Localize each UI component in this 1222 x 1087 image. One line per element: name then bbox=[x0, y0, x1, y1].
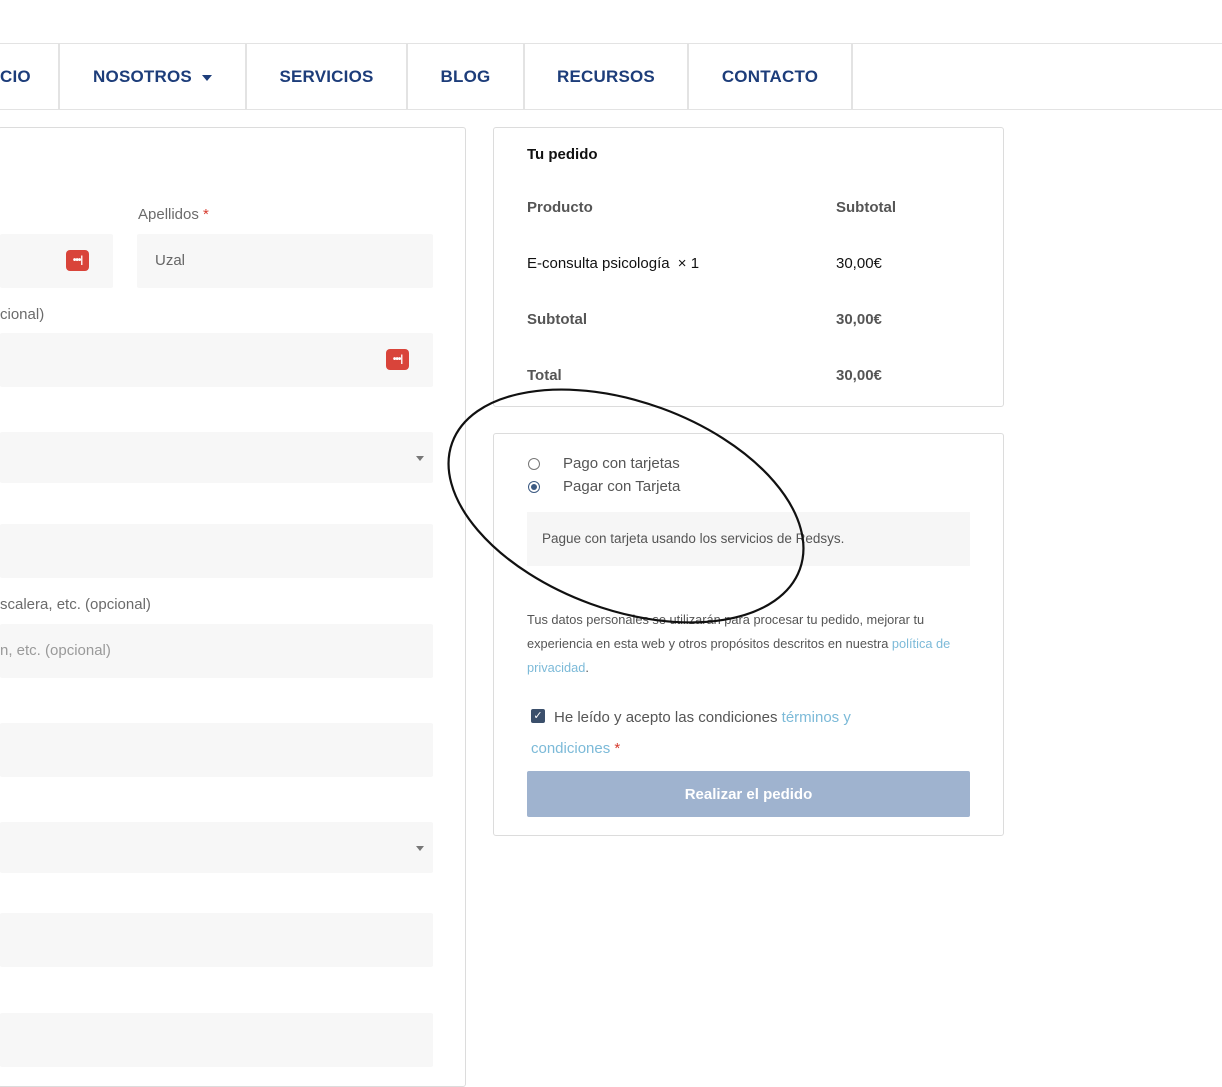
nav-item-label: SERVICIOS bbox=[279, 66, 374, 86]
product-name: E-consulta psicología bbox=[527, 255, 670, 272]
nav-item-recursos[interactable]: RECURSOS bbox=[525, 44, 689, 109]
product-price: 30,00€ bbox=[836, 255, 882, 272]
address2-label: scalera, etc. (opcional) bbox=[0, 596, 151, 613]
order-title: Tu pedido bbox=[527, 146, 598, 163]
country-select[interactable] bbox=[0, 432, 433, 483]
nav-item-blog[interactable]: BLOG bbox=[408, 44, 525, 109]
terms-label: He leído y acepto las condiciones términ… bbox=[531, 702, 931, 764]
total-label: Total bbox=[527, 367, 562, 384]
required-mark: * bbox=[614, 740, 621, 757]
nav-item-label: CIO bbox=[0, 66, 31, 86]
product-column-header: Producto bbox=[527, 199, 593, 216]
apellidos-label: Apellidos * bbox=[138, 206, 209, 223]
company-label: cional) bbox=[0, 306, 45, 323]
nav-bottom-divider bbox=[0, 109, 1222, 110]
nav-item-label: CONTACTO bbox=[721, 66, 819, 86]
chevron-down-icon bbox=[416, 846, 424, 851]
address1-input[interactable] bbox=[0, 524, 433, 578]
email-input[interactable] bbox=[0, 1013, 433, 1067]
order-item-row: E-consulta psicología × 1 bbox=[527, 255, 699, 272]
payment-description-box: Pague con tarjeta usando los servicios d… bbox=[527, 512, 970, 566]
address2-placeholder: n, etc. (opcional) bbox=[0, 642, 111, 659]
payment-option-2-label[interactable]: Pagar con Tarjeta bbox=[563, 478, 680, 495]
password-manager-icon[interactable]: •••| bbox=[386, 349, 409, 370]
product-quantity: × 1 bbox=[677, 255, 700, 272]
apellidos-label-text: Apellidos bbox=[138, 206, 199, 223]
payment-option-1-radio[interactable] bbox=[528, 458, 540, 470]
place-order-button[interactable]: Realizar el pedido bbox=[527, 771, 970, 817]
nav-item-label: RECURSOS bbox=[557, 66, 655, 86]
subtotal-column-header: Subtotal bbox=[836, 199, 896, 216]
privacy-text: Tus datos personales se utilizarán para … bbox=[527, 612, 925, 651]
address2-input[interactable]: n, etc. (opcional) bbox=[0, 624, 433, 678]
company-input[interactable]: •••| bbox=[0, 333, 433, 387]
payment-description: Pague con tarjeta usando los servicios d… bbox=[542, 531, 845, 546]
place-order-label: Realizar el pedido bbox=[684, 785, 813, 803]
nav-item-inicio[interactable]: CIO bbox=[0, 44, 60, 109]
nav-item-label: BLOG bbox=[440, 66, 491, 86]
apellidos-input-value: Uzal bbox=[155, 252, 186, 269]
subtotal-label: Subtotal bbox=[527, 311, 587, 328]
privacy-end: . bbox=[585, 660, 589, 675]
nav-item-nosotros[interactable]: NOSOTROS bbox=[60, 44, 247, 109]
apellidos-input[interactable]: Uzal bbox=[137, 234, 433, 288]
nombre-input[interactable]: •••| bbox=[0, 234, 113, 288]
nav-item-contacto[interactable]: CONTACTO bbox=[689, 44, 853, 109]
phone-input[interactable] bbox=[0, 913, 433, 967]
terms-text: He leído y acepto las condiciones bbox=[554, 709, 778, 726]
province-select[interactable] bbox=[0, 822, 433, 873]
subtotal-value: 30,00€ bbox=[836, 311, 882, 328]
required-mark: * bbox=[203, 206, 209, 223]
city-input[interactable] bbox=[0, 723, 433, 777]
payment-option-1-label[interactable]: Pago con tarjetas bbox=[563, 455, 680, 472]
password-manager-icon[interactable]: •••| bbox=[66, 250, 89, 271]
nav-item-label: NOSOTROS bbox=[93, 66, 192, 86]
privacy-notice: Tus datos personales se utilizarán para … bbox=[527, 608, 967, 680]
nav-item-servicios[interactable]: SERVICIOS bbox=[247, 44, 408, 109]
payment-option-2-radio[interactable] bbox=[528, 481, 540, 493]
chevron-down-icon bbox=[416, 456, 424, 461]
caret-down-icon bbox=[201, 74, 212, 81]
total-value: 30,00€ bbox=[836, 367, 882, 384]
